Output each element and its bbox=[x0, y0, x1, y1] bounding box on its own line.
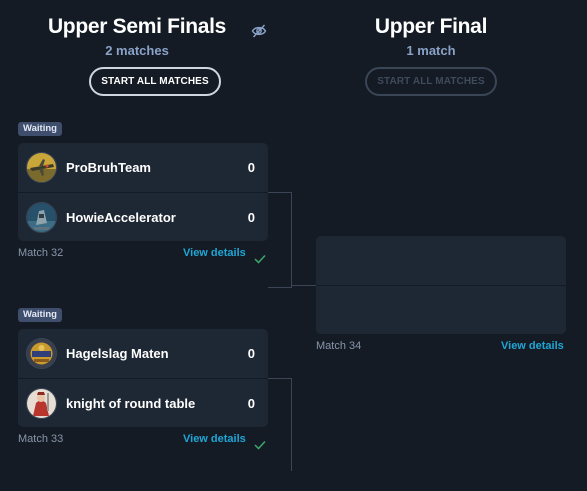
team-row[interactable]: Hagelslag Maten 0 bbox=[18, 329, 268, 378]
team-row-empty[interactable] bbox=[316, 236, 566, 285]
bracket-connector bbox=[291, 285, 316, 286]
match-number-label: Match 32 bbox=[18, 247, 64, 259]
match-card-34[interactable] bbox=[316, 236, 566, 334]
eye-off-icon[interactable] bbox=[251, 23, 267, 39]
team-row[interactable]: ProBruhTeam 0 bbox=[18, 143, 268, 192]
start-all-matches-button[interactable]: START ALL MATCHES bbox=[89, 67, 221, 96]
column-header-upper-final: Upper Final 1 match bbox=[316, 15, 546, 58]
column-header-upper-semi-finals: Upper Semi Finals 2 matches bbox=[18, 15, 256, 58]
team-score: 0 bbox=[247, 396, 255, 411]
view-details-link[interactable]: View details bbox=[501, 340, 564, 352]
team-score: 0 bbox=[247, 210, 255, 225]
status-badge: Waiting bbox=[18, 122, 62, 136]
view-details-link[interactable]: View details bbox=[183, 433, 246, 445]
check-icon bbox=[254, 251, 266, 264]
match-number-label: Match 34 bbox=[316, 340, 362, 352]
team-row[interactable]: HowieAccelerator 0 bbox=[18, 193, 268, 241]
start-all-matches-button-disabled: START ALL MATCHES bbox=[365, 67, 497, 96]
team-score: 0 bbox=[247, 346, 255, 361]
team-name: ProBruhTeam bbox=[66, 160, 151, 175]
team-row-empty[interactable] bbox=[316, 286, 566, 334]
team-name: knight of round table bbox=[66, 396, 196, 411]
match-card-32[interactable]: ProBruhTeam 0 HowieAccelerator 0 bbox=[18, 143, 268, 241]
column-title: Upper Final bbox=[374, 15, 488, 38]
team-name: Hagelslag Maten bbox=[66, 346, 169, 361]
check-icon bbox=[254, 437, 266, 450]
team-score: 0 bbox=[247, 160, 255, 175]
team-avatar-plane bbox=[26, 152, 57, 183]
team-avatar-crest bbox=[26, 338, 57, 369]
status-badge: Waiting bbox=[18, 308, 62, 322]
column-title: Upper Semi Finals bbox=[47, 15, 227, 38]
team-avatar-knight bbox=[26, 388, 57, 419]
team-name: HowieAccelerator bbox=[66, 210, 176, 225]
team-avatar-mech bbox=[26, 202, 57, 233]
view-details-link[interactable]: View details bbox=[183, 247, 246, 259]
match-number-label: Match 33 bbox=[18, 433, 64, 445]
column-subtitle: 2 matches bbox=[105, 43, 169, 58]
bracket-connector bbox=[268, 192, 292, 288]
bracket-connector bbox=[268, 378, 292, 471]
match-card-33[interactable]: Hagelslag Maten 0 knight of round table … bbox=[18, 329, 268, 427]
team-row[interactable]: knight of round table 0 bbox=[18, 379, 268, 427]
column-subtitle: 1 match bbox=[406, 43, 456, 58]
